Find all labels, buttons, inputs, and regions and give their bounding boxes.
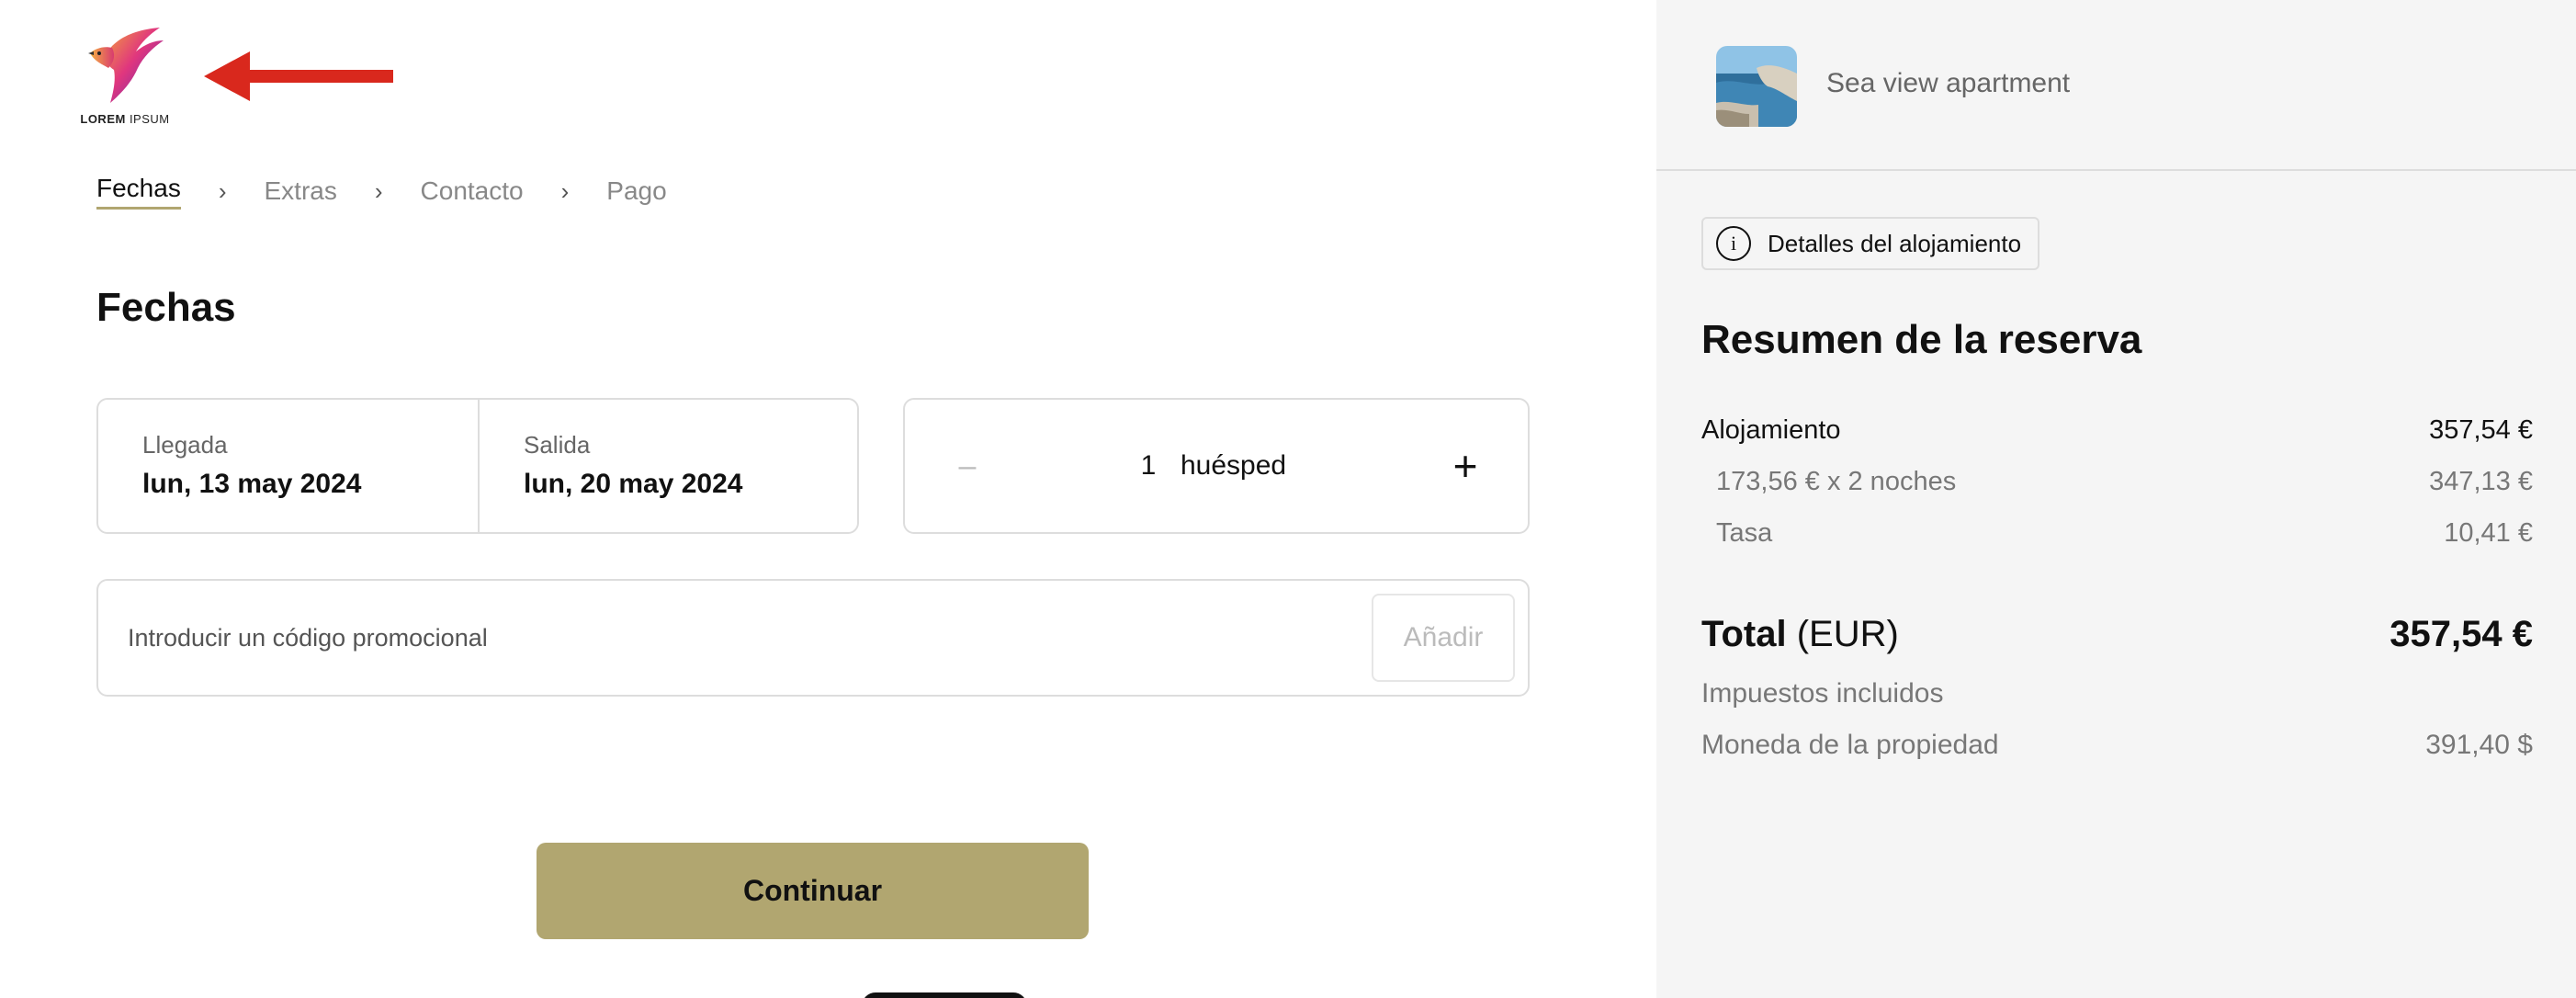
- tax-row: Tasa 10,41 €: [1701, 518, 2533, 549]
- accommodation-value: 357,54 €: [2429, 415, 2533, 445]
- property-currency-label: Moneda de la propiedad: [1701, 730, 1999, 760]
- arrival-date-field[interactable]: Llegada lun, 13 may 2024: [98, 400, 478, 532]
- bird-logo-icon: [88, 28, 164, 103]
- decrease-guests-button[interactable]: –: [942, 440, 993, 492]
- chevron-right-icon: ›: [374, 176, 383, 205]
- nights-value: 347,13 €: [2429, 467, 2533, 496]
- departure-date-field[interactable]: Salida lun, 20 may 2024: [478, 400, 857, 532]
- total-row: Total (EUR) 357,54 €: [1701, 614, 2533, 655]
- floating-pill[interactable]: [862, 992, 1027, 998]
- summary-title: Resumen de la reserva: [1701, 317, 2142, 362]
- increase-guests-button[interactable]: +: [1440, 440, 1491, 492]
- step-pago[interactable]: Pago: [606, 176, 666, 206]
- guest-unit-label: huésped: [1181, 450, 1287, 481]
- step-contacto[interactable]: Contacto: [421, 176, 524, 206]
- red-arrow-left-icon: [204, 51, 393, 101]
- accommodation-details-button[interactable]: i Detalles del alojamiento: [1701, 217, 2040, 270]
- date-range-picker: Llegada lun, 13 may 2024 Salida lun, 20 …: [96, 398, 859, 534]
- promo-code-input[interactable]: [128, 608, 1267, 667]
- nights-row: 173,56 € x 2 noches 347,13 €: [1701, 467, 2533, 497]
- tax-label: Tasa: [1716, 518, 1773, 548]
- total-label: Total (EUR): [1701, 614, 1899, 654]
- brand-logo[interactable]: LOREM IPSUM: [79, 26, 171, 129]
- info-icon: i: [1716, 226, 1751, 261]
- accommodation-row: Alojamiento 357,54 €: [1701, 415, 2533, 446]
- taxes-included-label: Impuestos incluidos: [1701, 678, 1944, 709]
- arrival-value: lun, 13 may 2024: [142, 469, 362, 499]
- details-label: Detalles del alojamiento: [1768, 229, 2022, 257]
- departure-label: Salida: [524, 431, 591, 459]
- property-currency-row: Moneda de la propiedad 391,40 $: [1701, 730, 2533, 761]
- promo-code-box: Añadir: [96, 579, 1530, 697]
- continue-button[interactable]: Continuar: [537, 843, 1089, 939]
- checkout-steps: Fechas › Extras › Contacto › Pago: [96, 173, 667, 210]
- brand-logo-text: LOREM IPSUM: [80, 112, 170, 126]
- apply-promo-button[interactable]: Añadir: [1372, 594, 1515, 682]
- step-fechas[interactable]: Fechas: [96, 174, 181, 210]
- arrival-label: Llegada: [142, 431, 228, 459]
- booking-main: LOREM IPSUM Fechas › Extras › Contacto ›…: [0, 0, 1656, 998]
- guest-stepper: – 1 huésped +: [903, 398, 1530, 534]
- chevron-right-icon: ›: [218, 176, 227, 205]
- page-title: Fechas: [96, 285, 236, 330]
- step-extras[interactable]: Extras: [265, 176, 337, 206]
- departure-value: lun, 20 may 2024: [524, 469, 743, 499]
- property-name: Sea view apartment: [1826, 68, 2071, 98]
- booking-summary-panel: Sea view apartment i Detalles del alojam…: [1656, 0, 2576, 998]
- total-value: 357,54 €: [2390, 614, 2533, 654]
- accommodation-label: Alojamiento: [1701, 415, 1841, 445]
- taxes-included-row: Impuestos incluidos: [1701, 678, 2533, 709]
- tax-value: 10,41 €: [2444, 518, 2533, 548]
- guest-count: 1: [1140, 450, 1157, 481]
- property-currency-value: 391,40 $: [2425, 730, 2533, 760]
- property-header: Sea view apartment: [1656, 0, 2576, 171]
- chevron-right-icon: ›: [560, 176, 570, 205]
- property-thumbnail: [1716, 46, 1797, 127]
- nights-label: 173,56 € x 2 noches: [1716, 467, 1957, 496]
